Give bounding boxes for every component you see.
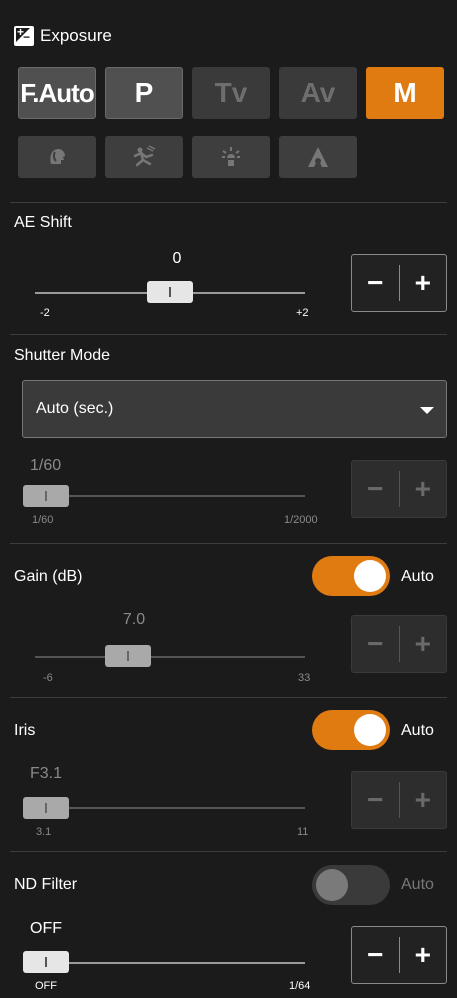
gain-slider-thumb[interactable]: [104, 645, 151, 667]
iris-value: F3.1: [30, 765, 63, 782]
shutter-mode-label: Shutter Mode: [14, 347, 111, 364]
nd-filter-stepper: − +: [351, 926, 447, 984]
ae-shift-max-label: +2: [296, 307, 309, 319]
shutter-stepper: − +: [351, 460, 447, 518]
scene-low-light-button[interactable]: [279, 136, 357, 178]
iris-label: Iris: [14, 722, 36, 739]
gain-value: 7.0: [122, 611, 146, 628]
nd-filter-slider-thumb[interactable]: [23, 951, 69, 973]
gain-min-label: -6: [43, 672, 53, 684]
nd-filter-value: OFF: [30, 920, 62, 937]
mode-fauto-button[interactable]: F.Auto: [18, 67, 96, 119]
iris-minus-button[interactable]: −: [352, 772, 399, 828]
scene-sports-button[interactable]: [105, 136, 183, 178]
ae-shift-label: AE Shift: [14, 214, 72, 231]
shutter-value: 1/60: [30, 457, 62, 474]
scene-spotlight-button[interactable]: [192, 136, 270, 178]
mode-m-button[interactable]: M: [366, 67, 444, 119]
ae-shift-slider-thumb[interactable]: [147, 281, 193, 303]
exposure-icon: + −: [14, 26, 34, 46]
spotlight-icon: [222, 147, 240, 166]
divider: [10, 543, 447, 544]
gain-auto-label: Auto: [401, 568, 434, 585]
iris-stepper: − +: [351, 771, 447, 829]
scene-portrait-button[interactable]: [18, 136, 96, 178]
nd-filter-auto-toggle[interactable]: [312, 865, 390, 905]
iris-plus-button[interactable]: +: [400, 772, 447, 828]
ae-shift-minus-button[interactable]: −: [352, 255, 399, 311]
shutter-slider-track[interactable]: [35, 495, 305, 497]
divider: [10, 697, 447, 698]
nd-filter-slider-track[interactable]: [35, 962, 305, 964]
iris-auto-toggle[interactable]: [312, 710, 390, 750]
gain-label: Gain (dB): [14, 568, 83, 585]
divider: [10, 851, 447, 852]
iris-min-label: 3.1: [36, 826, 52, 838]
nd-filter-auto-label: Auto: [401, 876, 434, 893]
shutter-mode-dropdown[interactable]: Auto (sec.): [22, 380, 447, 438]
iris-auto-label: Auto: [401, 722, 434, 739]
ae-shift-min-label: -2: [40, 307, 50, 319]
nd-filter-min-label: OFF: [35, 980, 57, 992]
iris-slider-track[interactable]: [35, 807, 305, 809]
low-light-icon: [308, 147, 328, 167]
section-title: Exposure: [40, 26, 112, 45]
mode-tv-button[interactable]: Tv: [192, 67, 270, 119]
gain-minus-button[interactable]: −: [352, 616, 399, 672]
mode-p-button[interactable]: P: [105, 67, 183, 119]
ae-shift-plus-button[interactable]: +: [400, 255, 447, 311]
gain-max-label: 33: [298, 672, 311, 684]
nd-filter-plus-button[interactable]: +: [400, 927, 447, 983]
portrait-icon: [50, 149, 65, 164]
chevron-down-icon: [420, 407, 434, 414]
shutter-plus-button[interactable]: +: [400, 461, 447, 517]
ae-shift-value: 0: [172, 250, 182, 267]
shutter-max-label: 1/2000: [284, 514, 318, 526]
gain-stepper: − +: [351, 615, 447, 673]
gain-slider-track[interactable]: [35, 656, 305, 658]
divider: [10, 202, 447, 203]
nd-filter-minus-button[interactable]: −: [352, 927, 399, 983]
gain-plus-button[interactable]: +: [400, 616, 447, 672]
iris-max-label: 11: [297, 826, 309, 838]
iris-slider-thumb[interactable]: [23, 797, 69, 819]
mode-av-button[interactable]: Av: [279, 67, 357, 119]
shutter-min-label: 1/60: [32, 514, 54, 526]
shutter-mode-selected: Auto (sec.): [36, 400, 114, 417]
shutter-slider-thumb[interactable]: [23, 485, 69, 507]
shutter-minus-button[interactable]: −: [352, 461, 399, 517]
ae-shift-stepper: − +: [351, 254, 447, 312]
sports-icon: [133, 145, 156, 167]
divider: [10, 334, 447, 335]
nd-filter-label: ND Filter: [14, 876, 78, 893]
nd-filter-max-label: 1/64: [289, 980, 311, 992]
gain-auto-toggle[interactable]: [312, 556, 390, 596]
